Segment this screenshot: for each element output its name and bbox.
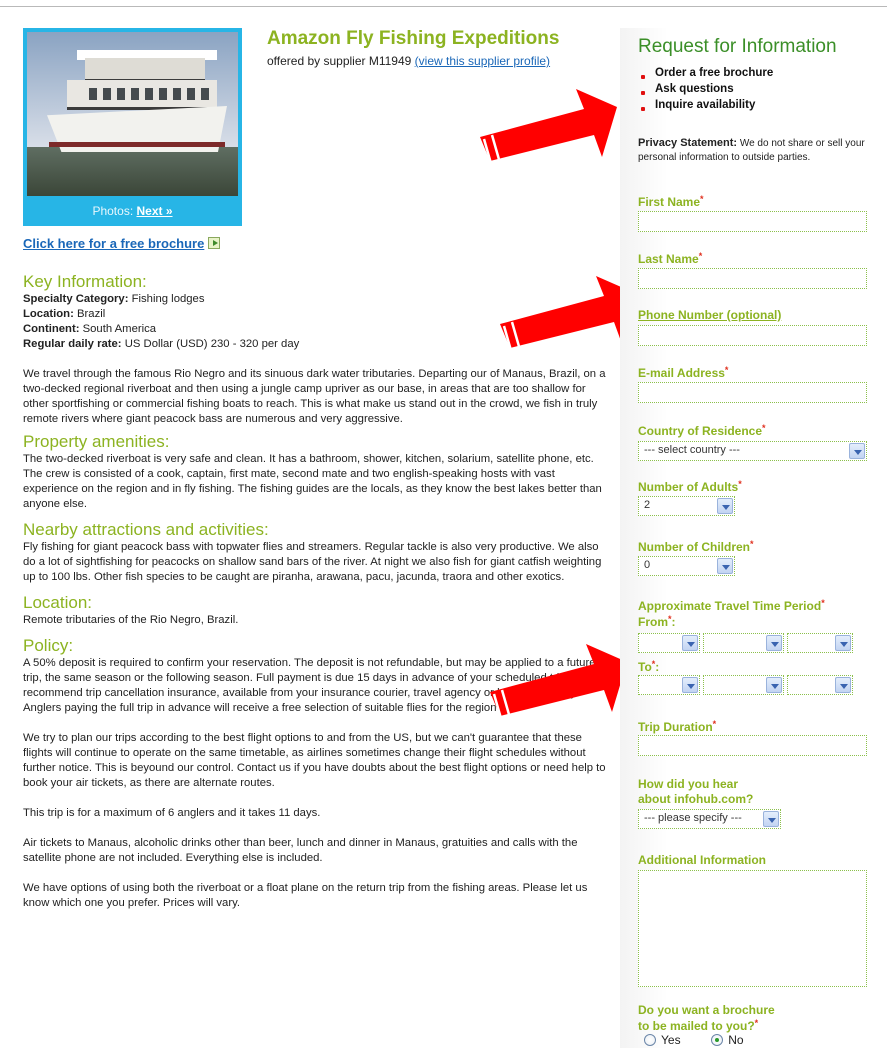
red-arrow-annotation [480,89,617,168]
chevron-down-icon[interactable] [717,558,733,574]
to-day-select[interactable] [703,675,784,695]
email-label: E-mail Address* [638,365,729,380]
first-name-label: First Name* [638,194,704,209]
country-select[interactable]: --- select country --- [638,441,867,461]
brochure-radio-group: Yes No [644,1033,744,1047]
yes-radio[interactable] [644,1034,656,1046]
chevron-down-icon[interactable] [849,443,865,459]
photo-caption: Photos: Next » [92,204,173,218]
listing-title: Amazon Fly Fishing Expeditions [267,28,560,49]
chevron-down-icon[interactable] [766,635,782,651]
last-name-label: Last Name* [638,251,703,266]
chevron-down-icon[interactable] [682,677,698,693]
arrow-right-icon[interactable] [208,237,221,249]
to-year-select[interactable] [787,675,853,695]
to-month-select[interactable] [638,675,700,695]
amenities-heading: Property amenities: [23,432,170,451]
chevron-down-icon[interactable] [835,677,851,693]
chevron-down-icon[interactable] [682,635,698,651]
country-label: Country of Residence* [638,423,766,438]
privacy-statement: Privacy Statement: We do not share or se… [638,137,865,163]
riverboat-photo[interactable] [27,32,238,196]
from-label: From*: [638,614,676,629]
adults-label: Number of Adults* [638,479,742,494]
brochure-question-line2: to be mailed to you?* [638,1018,759,1033]
supplier-line: offered by supplier M11949 (view this su… [267,54,551,68]
additional-info-label: Additional Information [638,853,766,867]
from-day-select[interactable] [703,633,784,653]
policy-paragraph: This trip is for a maximum of 6 anglers … [23,807,321,819]
last-name-field[interactable] [638,268,867,289]
attractions-text: Fly fishing for giant peacock bass with … [23,541,602,583]
supplier-profile-link[interactable]: (view this supplier profile) [415,54,550,68]
top-divider [0,6,887,7]
children-label: Number of Children* [638,539,754,554]
photo-gallery: Photos: Next » [23,28,242,226]
list-item: Inquire availability [638,99,773,115]
hear-label-line2: about infohub.com? [638,792,754,806]
amenities-text: The two-decked riverboat is very safe an… [23,453,602,510]
from-month-select[interactable] [638,633,700,653]
no-radio[interactable] [711,1034,724,1046]
brochure-question-line1: Do you want a brochure [638,1003,775,1017]
form-title: Request for Information [638,36,837,57]
policy-paragraph: We have options of using both the riverb… [23,882,588,909]
location-text: Remote tributaries of the Rio Negro, Bra… [23,614,239,626]
first-name-field[interactable] [638,211,867,232]
location-heading: Location: [23,593,92,612]
email-field[interactable] [638,382,867,403]
free-brochure-link[interactable]: Click here for a free brochure [23,236,221,251]
referral-select[interactable]: --- please specify --- [638,809,781,829]
travel-period-label: Approximate Travel Time Period* [638,598,825,613]
chevron-down-icon[interactable] [763,811,779,827]
adults-select[interactable]: 2 [638,496,735,516]
form-benefits-list: Order a free brochure Ask questions Inqu… [638,67,773,115]
phone-field[interactable] [638,325,867,346]
red-arrow-annotation [490,644,627,723]
chevron-down-icon[interactable] [835,635,851,651]
duration-field[interactable] [638,735,867,756]
duration-label: Trip Duration* [638,719,717,734]
chevron-down-icon[interactable] [717,498,733,514]
to-label: To*: [638,659,660,674]
policy-paragraph: Air tickets to Manaus, alcoholic drinks … [23,837,578,864]
additional-info-textarea[interactable] [638,870,867,987]
phone-label: Phone Number (optional) [638,308,782,322]
from-year-select[interactable] [787,633,853,653]
list-item: Ask questions [638,83,773,99]
attractions-heading: Nearby attractions and activities: [23,520,269,539]
photos-next-link[interactable]: Next » [137,204,173,218]
hear-label-line1: How did you hear [638,777,739,791]
children-select[interactable]: 0 [638,556,735,576]
list-item: Order a free brochure [638,67,773,83]
chevron-down-icon[interactable] [766,677,782,693]
